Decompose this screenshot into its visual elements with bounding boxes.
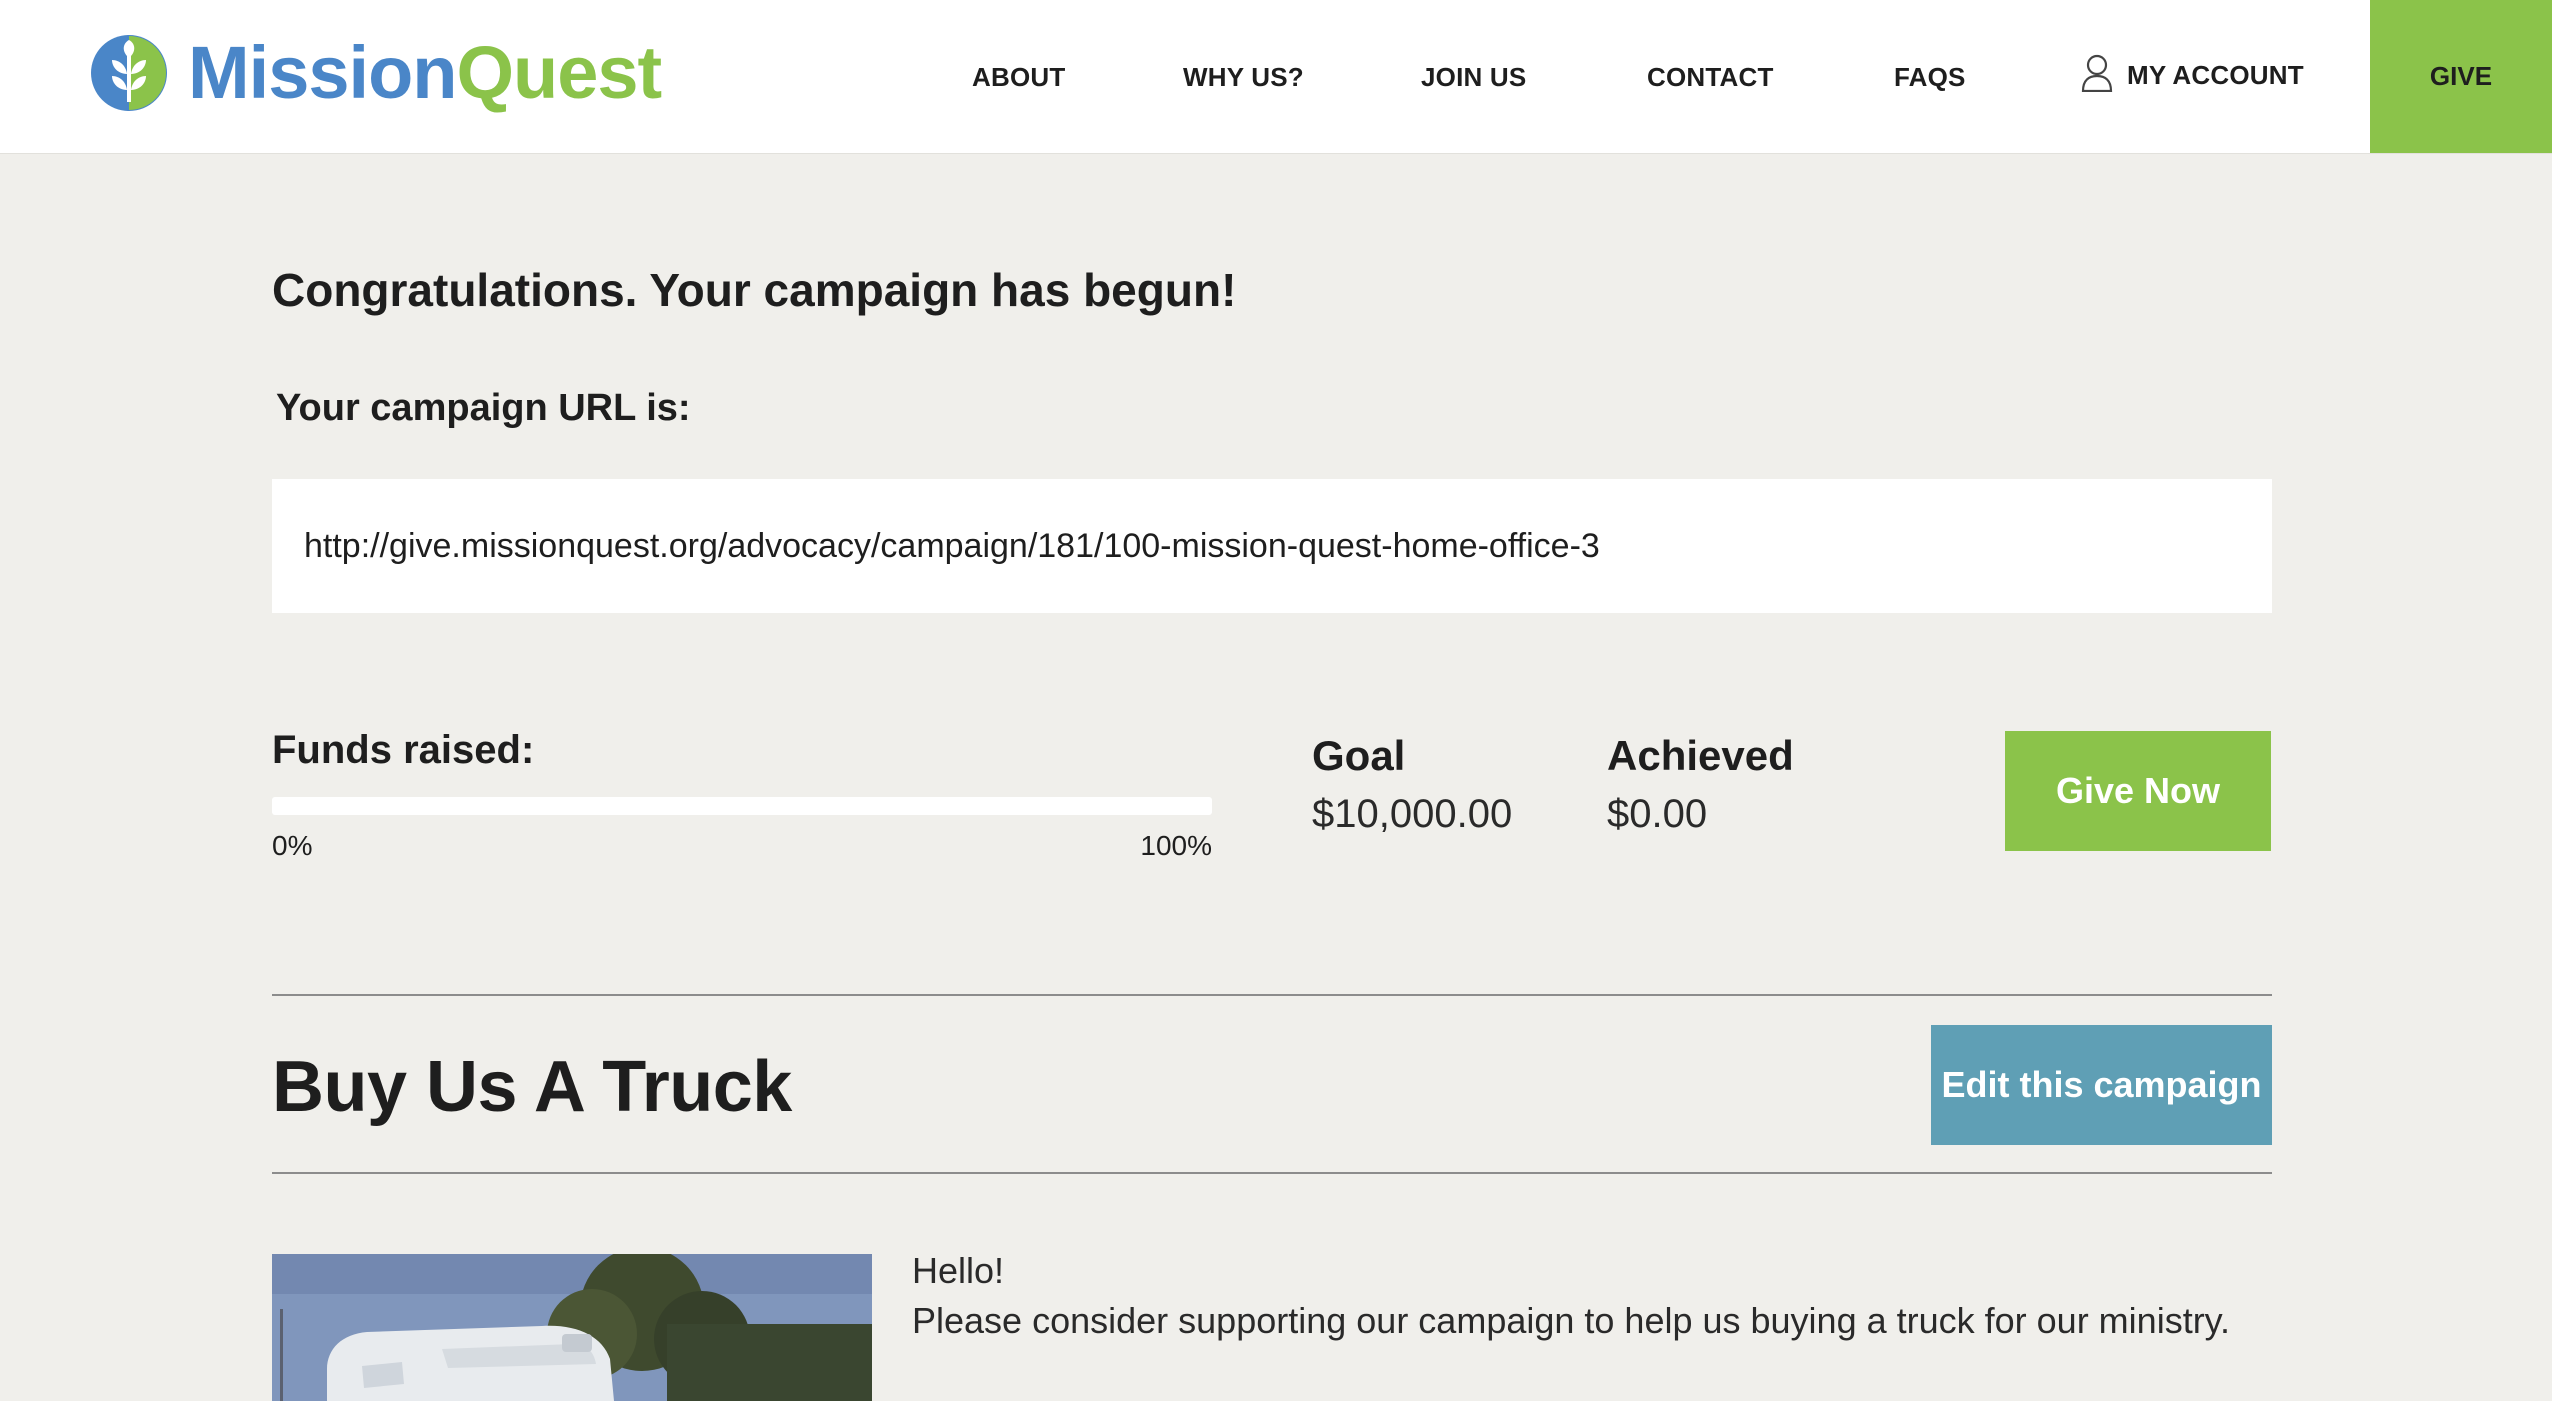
funds-progress-bar	[272, 797, 1212, 815]
goal-label: Goal	[1312, 732, 1406, 779]
divider-bottom	[272, 1172, 2272, 1174]
nav-my-account[interactable]: MY ACCOUNT	[2081, 54, 2304, 92]
nav-faqs[interactable]: FAQS	[1894, 62, 1966, 93]
missionquest-logo[interactable]: MissionQuest	[90, 31, 662, 114]
description-greeting: Hello!	[912, 1250, 1005, 1291]
give-now-label: Give Now	[2055, 770, 2221, 811]
page-headline: Congratulations. Your campaign has begun…	[272, 264, 1237, 316]
give-button-label: GIVE	[2429, 61, 2493, 91]
progress-max-label: 100%	[1140, 830, 1212, 861]
edit-campaign-button[interactable]: Edit this campaign	[1931, 1025, 2272, 1145]
give-button[interactable]: GIVE	[2370, 0, 2552, 153]
leaf-logo-icon	[91, 35, 167, 111]
nav-contact[interactable]: CONTACT	[1647, 62, 1774, 93]
campaign-title: Buy Us A Truck	[272, 1047, 792, 1127]
logo-word-quest: Quest	[456, 31, 662, 114]
user-account-icon	[2081, 54, 2113, 92]
campaign-truck-image	[272, 1254, 872, 1401]
campaign-url-field[interactable]: http://give.missionquest.org/advocacy/ca…	[272, 479, 2272, 613]
nav-about[interactable]: ABOUT	[972, 62, 1065, 93]
edit-campaign-label: Edit this campaign	[1941, 1064, 2262, 1105]
nav-my-account-label: MY ACCOUNT	[2127, 60, 2304, 90]
divider-top	[272, 994, 2272, 996]
campaign-url-label: Your campaign URL is:	[276, 387, 691, 429]
give-now-button[interactable]: Give Now	[2005, 731, 2271, 851]
progress-min-label: 0%	[272, 830, 313, 861]
site-header: MissionQuest ABOUT WHY US? JOIN US CONTA…	[0, 0, 2552, 154]
logo-wordmark: MissionQuest	[188, 31, 662, 114]
logo-word-mission: Mission	[188, 31, 457, 114]
campaign-url-text[interactable]: http://give.missionquest.org/advocacy/ca…	[304, 527, 1600, 566]
campaign-description: Hello! Please consider supporting our ca…	[912, 1246, 2230, 1346]
funds-raised-label: Funds raised:	[272, 728, 535, 772]
nav-join-us[interactable]: JOIN US	[1421, 62, 1526, 93]
description-body: Please consider supporting our campaign …	[912, 1300, 2231, 1341]
truck-photo-illustration	[272, 1254, 872, 1401]
achieved-label: Achieved	[1607, 732, 1794, 779]
nav-why-us[interactable]: WHY US?	[1183, 62, 1304, 93]
goal-value: $10,000.00	[1312, 792, 1513, 836]
achieved-value: $0.00	[1607, 792, 1708, 836]
